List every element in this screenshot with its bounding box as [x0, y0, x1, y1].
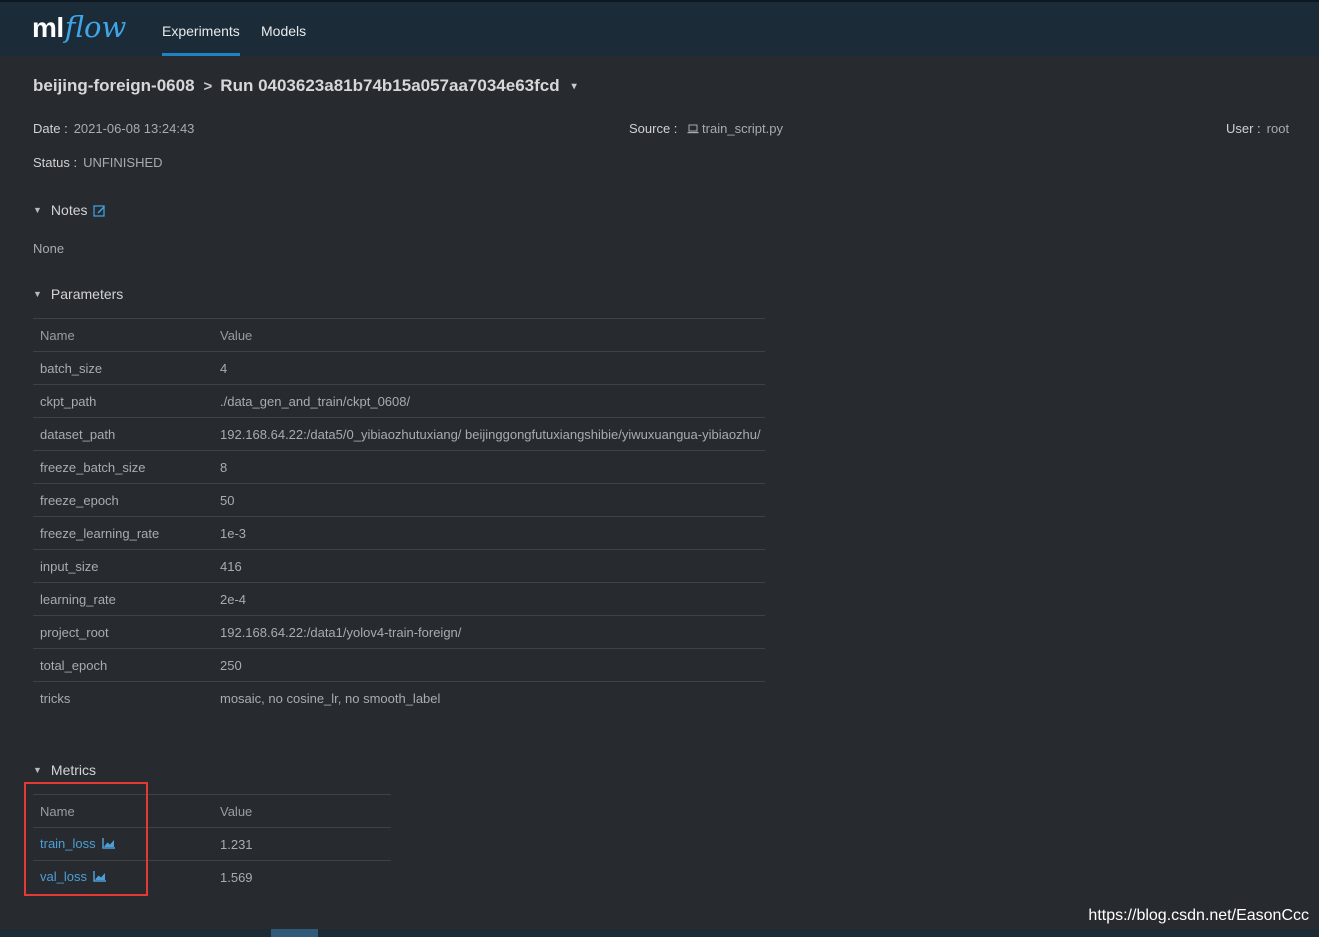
row-value-cell: 4 [213, 351, 765, 385]
column-header-value: Value [213, 318, 765, 352]
logo-ml-text: ml [32, 12, 64, 43]
table-header-row: Name Value [33, 318, 765, 352]
row-value-cell: 416 [213, 549, 765, 583]
row-name-cell: ckpt_path [33, 384, 213, 418]
row-value-cell: 1.569 [213, 860, 391, 893]
top-nav-bar: ml flow Experiments Models [0, 0, 1319, 56]
parameters-title: Parameters [50, 286, 124, 302]
param-name: tricks [40, 690, 71, 706]
row-name-cell: total_epoch [33, 648, 213, 682]
row-name-cell: dataset_path [33, 417, 213, 451]
run-user: User : root [1226, 121, 1289, 136]
tab-models[interactable]: Models [261, 2, 306, 56]
column-header-name: Name [33, 318, 213, 352]
caret-down-icon: ▼ [33, 205, 42, 215]
run-source: Source : train_script.py [629, 121, 783, 137]
laptop-icon [687, 122, 699, 137]
row-value-cell: 1e-3 [213, 516, 765, 550]
param-name: total_epoch [40, 657, 108, 673]
param-name: freeze_epoch [40, 492, 119, 508]
row-name-cell: input_size [33, 549, 213, 583]
breadcrumb-experiment-link[interactable]: beijing-foreign-0608 [33, 76, 195, 96]
row-value-cell: 2e-4 [213, 582, 765, 616]
table-row: project_root 192.168.64.22:/data1/yolov4-… [33, 615, 765, 649]
red-highlight-box [24, 782, 148, 896]
status-label: Status : [33, 155, 78, 170]
notes-content: None [33, 241, 65, 256]
row-name-cell: freeze_epoch [33, 483, 213, 517]
logo-flow-text: flow [64, 10, 127, 44]
user-label: User : [1226, 121, 1261, 136]
row-value-cell: 192.168.64.22:/data5/0_yibiaozhutuxiang/… [213, 417, 765, 451]
run-date: Date : 2021-06-08 13:24:43 [33, 121, 194, 136]
row-name-cell: tricks [33, 681, 213, 714]
row-value-cell: 8 [213, 450, 765, 484]
date-label: Date : [33, 121, 68, 136]
chevron-right-icon: > [203, 77, 213, 95]
table-row: total_epoch 250 [33, 648, 765, 682]
breadcrumb-run-title: Run 0403623a81b74b15a057aa7034e63fcd [220, 76, 560, 95]
row-value-cell: 50 [213, 483, 765, 517]
breadcrumb: beijing-foreign-0608 > Run 0403623a81b74… [33, 76, 577, 96]
row-name-cell: project_root [33, 615, 213, 649]
row-name-cell: freeze_learning_rate [33, 516, 213, 550]
row-name-cell: batch_size [33, 351, 213, 385]
param-name: input_size [40, 558, 99, 574]
notes-title: Notes [50, 202, 88, 218]
table-row: freeze_learning_rate 1e-3 [33, 516, 765, 550]
param-name: project_root [40, 624, 109, 640]
row-name-cell: freeze_batch_size [33, 450, 213, 484]
row-name-cell: learning_rate [33, 582, 213, 616]
table-row: tricks mosaic, no cosine_lr, no smooth_la… [33, 681, 765, 714]
column-header-value: Value [213, 794, 391, 828]
date-value: 2021-06-08 13:24:43 [73, 121, 195, 136]
edit-icon[interactable] [92, 204, 106, 217]
caret-down-icon: ▼ [33, 289, 42, 299]
watermark: https://blog.csdn.net/EasonCcc [1088, 907, 1309, 924]
parameters-section-header[interactable]: ▼ Parameters [33, 286, 123, 302]
source-value[interactable]: train_script.py [702, 121, 783, 136]
param-name: batch_size [40, 360, 103, 376]
horizontal-scrollbar[interactable] [0, 929, 1319, 937]
row-value-cell: 1.231 [213, 827, 391, 861]
tab-models-label: Models [261, 23, 307, 39]
caret-down-icon: ▼ [33, 765, 42, 775]
run-status: Status : UNFINISHED [33, 155, 163, 170]
metrics-section-header[interactable]: ▼ Metrics [33, 762, 96, 778]
table-row: freeze_epoch 50 [33, 483, 765, 517]
param-name: dataset_path [40, 426, 116, 442]
status-value: UNFINISHED [83, 155, 163, 170]
scrollbar-thumb[interactable] [271, 929, 318, 937]
row-value-cell: ./data_gen_and_train/ckpt_0608/ [213, 384, 765, 418]
table-row: freeze_batch_size 8 [33, 450, 765, 484]
tab-experiments-label: Experiments [162, 23, 240, 39]
notes-section-header[interactable]: ▼ Notes [33, 202, 106, 218]
table-row: ckpt_path ./data_gen_and_train/ckpt_0608/ [33, 384, 765, 418]
table-row: input_size 416 [33, 549, 765, 583]
table-row: learning_rate 2e-4 [33, 582, 765, 616]
table-row: batch_size 4 [33, 351, 765, 385]
row-value-cell: mosaic, no cosine_lr, no smooth_label [213, 681, 765, 714]
metrics-title: Metrics [50, 762, 97, 778]
tab-experiments[interactable]: Experiments [162, 2, 240, 56]
user-value: root [1266, 121, 1290, 136]
parameters-table: Name Value batch_size 4 ckpt_path ./data_ge… [33, 318, 765, 714]
param-name: freeze_learning_rate [40, 525, 160, 541]
mlflow-logo[interactable]: ml flow [32, 10, 126, 50]
row-value-cell: 192.168.64.22:/data1/yolov4-train-foreig… [213, 615, 765, 649]
source-label: Source : [629, 121, 678, 136]
param-name: freeze_batch_size [40, 459, 146, 475]
row-value-cell: 250 [213, 648, 765, 682]
table-row: dataset_path 192.168.64.22:/data5/0_yibia… [33, 417, 765, 451]
param-name: learning_rate [40, 591, 116, 607]
param-name: ckpt_path [40, 393, 97, 409]
chevron-down-icon[interactable]: ▾ [572, 81, 577, 92]
